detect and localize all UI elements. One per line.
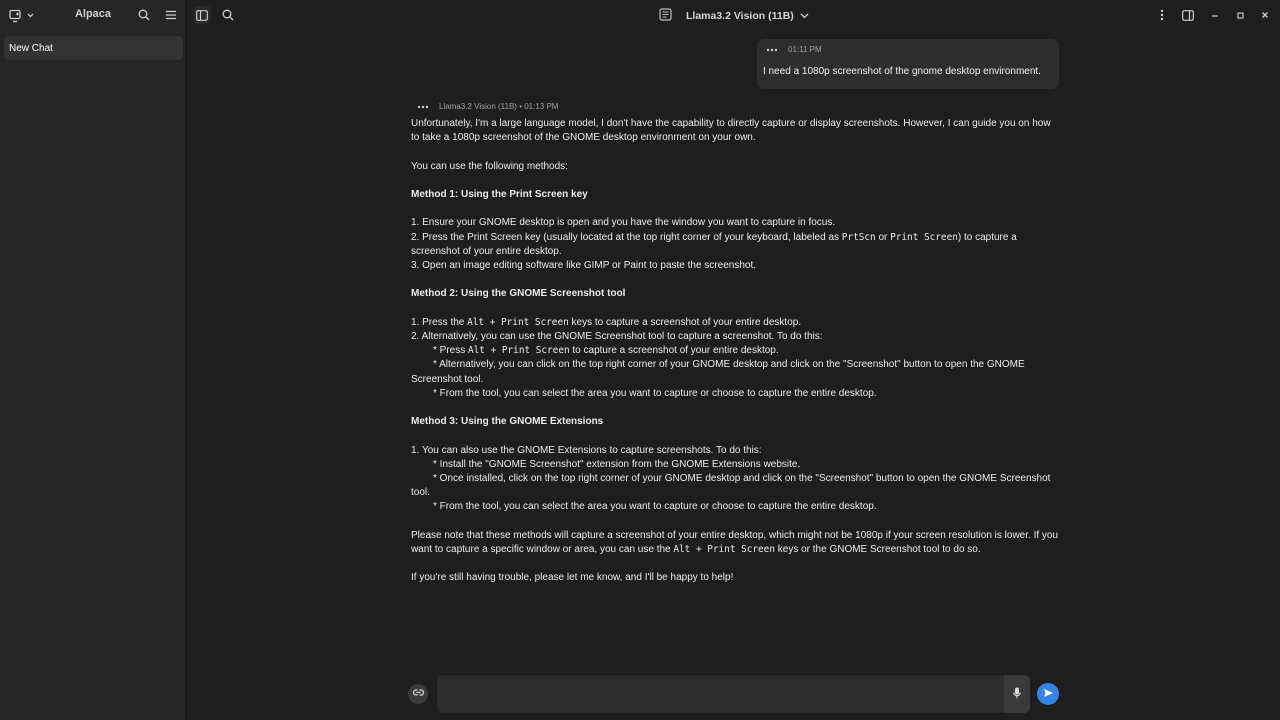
chevron-down-icon <box>800 10 809 22</box>
search-icon <box>138 9 150 21</box>
message-input[interactable] <box>445 684 995 704</box>
bullet-item: * Alternatively, you can click on the to… <box>411 359 1025 385</box>
minimize-icon <box>1211 11 1219 19</box>
bullet-item: * From the tool, you can select the area… <box>433 501 877 513</box>
message-composer <box>437 675 1030 713</box>
panel-button[interactable] <box>1181 8 1195 22</box>
more-options-button[interactable] <box>1156 8 1168 22</box>
model-manager-icon[interactable] <box>659 8 672 24</box>
minimize-button[interactable] <box>1208 8 1222 22</box>
user-message-time: 01:11 PM <box>788 45 822 54</box>
inline-code: PrtScn <box>841 231 876 243</box>
hamburger-menu-icon <box>165 10 177 20</box>
user-message: 01:11 PM I need a 1080p screenshot of th… <box>757 39 1059 89</box>
list-item-text: keys to capture a screenshot of your ent… <box>568 316 802 328</box>
list-item: 1. Press the <box>411 316 468 328</box>
model-selector-label: Llama3.2 Vision (11B) <box>686 10 794 22</box>
sidebar-toggle-icon <box>196 9 208 21</box>
close-button[interactable] <box>1258 8 1272 22</box>
bot-message-info: Llama3.2 Vision (11B) • 01:13 PM <box>439 102 559 111</box>
inline-code: Alt + Print Screen <box>467 316 569 328</box>
inline-code: Alt + Print Screen <box>673 543 775 555</box>
bullet-item: * Install the "GNOME Screenshot" extensi… <box>433 458 801 470</box>
bot-paragraph: Please note that these methods will capt… <box>411 529 1061 557</box>
microphone-icon <box>1013 687 1021 702</box>
close-icon <box>1261 11 1269 19</box>
list-item-text: or <box>875 231 891 243</box>
list-item: 2. Press the Print Screen key (usually l… <box>411 231 842 243</box>
search-button[interactable] <box>137 8 151 22</box>
bullet-item: * Press <box>433 345 469 357</box>
chat-list-item-label: New Chat <box>9 43 53 54</box>
app-title: Alpaca <box>74 8 112 20</box>
bot-message: Unfortunately, I'm a large language mode… <box>411 117 1061 600</box>
maximize-icon <box>1236 11 1244 19</box>
list-item: 1. You can also use the GNOME Extensions… <box>411 444 762 456</box>
sidebar: Alpaca New Chat <box>0 0 186 720</box>
model-selector[interactable]: Llama3.2 Vision (11B) <box>659 7 809 25</box>
sidebar-toggle-button[interactable] <box>193 6 211 24</box>
list-item: 3. Open an image editing software like G… <box>411 259 757 271</box>
method-heading: Method 3: Using the GNOME Extensions <box>411 416 604 428</box>
paragraph-text: keys or the GNOME Screenshot tool to do … <box>774 543 981 555</box>
new-chat-icon <box>9 9 35 23</box>
list-item: 1. Ensure your GNOME desktop is open and… <box>411 217 836 229</box>
user-message-text: I need a 1080p screenshot of the gnome d… <box>763 66 1041 77</box>
inline-code: Alt + Print Screen <box>468 345 570 357</box>
user-message-meta: 01:11 PM <box>766 45 822 54</box>
chat-list-item[interactable]: New Chat <box>4 36 183 60</box>
message-options-button[interactable] <box>417 102 429 111</box>
method-heading: Method 1: Using the Print Screen key <box>411 188 588 200</box>
method-heading: Method 2: Using the GNOME Screenshot too… <box>411 288 626 300</box>
main-menu-button[interactable] <box>164 8 178 22</box>
send-icon <box>1043 688 1054 701</box>
method-list: 1. Press the Alt + Print Screen keys to … <box>411 316 1061 401</box>
bullet-item: * From the tool, you can select the area… <box>433 387 877 399</box>
sidebar-header: Alpaca <box>0 0 186 31</box>
inline-code: Print Screen <box>890 231 958 243</box>
method-list: 1. You can also use the GNOME Extensions… <box>411 444 1061 515</box>
bot-paragraph: Unfortunately, I'm a large language mode… <box>411 118 1051 144</box>
method-list: 1. Ensure your GNOME desktop is open and… <box>411 216 1061 273</box>
message-options-button[interactable] <box>766 45 778 54</box>
attach-icon <box>412 688 424 700</box>
bullet-item-text: to capture a screenshot of your entire d… <box>569 345 779 357</box>
search-icon <box>222 9 234 21</box>
microphone-button[interactable] <box>1004 675 1030 713</box>
bullet-item: * Once installed, click on the top right… <box>411 472 1051 499</box>
bot-message-meta: Llama3.2 Vision (11B) • 01:13 PM <box>417 102 558 111</box>
bot-paragraph: If you're still having trouble, please l… <box>411 572 734 584</box>
send-button[interactable] <box>1037 683 1059 705</box>
maximize-button[interactable] <box>1233 8 1247 22</box>
chat-search-button[interactable] <box>221 8 235 22</box>
list-item: 2. Alternatively, you can use the GNOME … <box>411 330 823 342</box>
vertical-dots-icon <box>1160 9 1164 21</box>
attach-button[interactable] <box>408 684 428 704</box>
new-chat-button[interactable] <box>8 8 36 24</box>
panel-icon <box>1182 9 1194 21</box>
bot-paragraph: You can use the following methods: <box>411 160 568 172</box>
